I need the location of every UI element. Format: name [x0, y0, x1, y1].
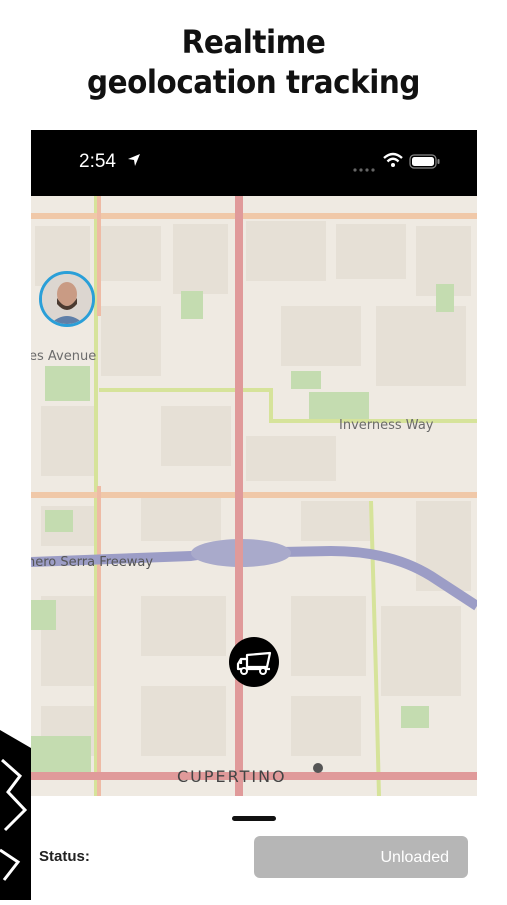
status-time: 2:54 [79, 151, 116, 172]
bottom-sheet: Status: Unloaded [31, 796, 477, 900]
headline: Realtime geolocation tracking [0, 22, 507, 102]
map-label-inverness-way: Inverness Way [339, 418, 434, 433]
map-label-avenue: es Avenue [31, 349, 97, 364]
map-label-cupertino: CUPERTINO [177, 767, 287, 786]
status-bar: 2:54 [31, 130, 477, 196]
truck-marker[interactable] [229, 637, 279, 687]
person-icon [42, 274, 92, 324]
wifi-icon [383, 152, 403, 173]
phone-screen: 2:54 es Avenue Inverness Way nero Serra … [31, 130, 477, 900]
headline-line2: geolocation tracking [87, 63, 420, 101]
status-label: Status: [39, 848, 90, 865]
map-label-freeway: nero Serra Freeway [31, 555, 154, 570]
decorative-graphic [0, 730, 31, 905]
battery-icon [409, 154, 441, 175]
truck-icon [236, 651, 272, 675]
map-view[interactable]: es Avenue Inverness Way nero Serra Freew… [31, 196, 477, 796]
location-arrow-icon [127, 153, 141, 172]
sheet-drag-handle[interactable] [232, 816, 276, 821]
status-button[interactable]: Unloaded [254, 836, 468, 878]
signal-dots-icon [353, 160, 375, 178]
headline-line1: Realtime [181, 23, 326, 61]
user-avatar[interactable] [39, 271, 95, 327]
